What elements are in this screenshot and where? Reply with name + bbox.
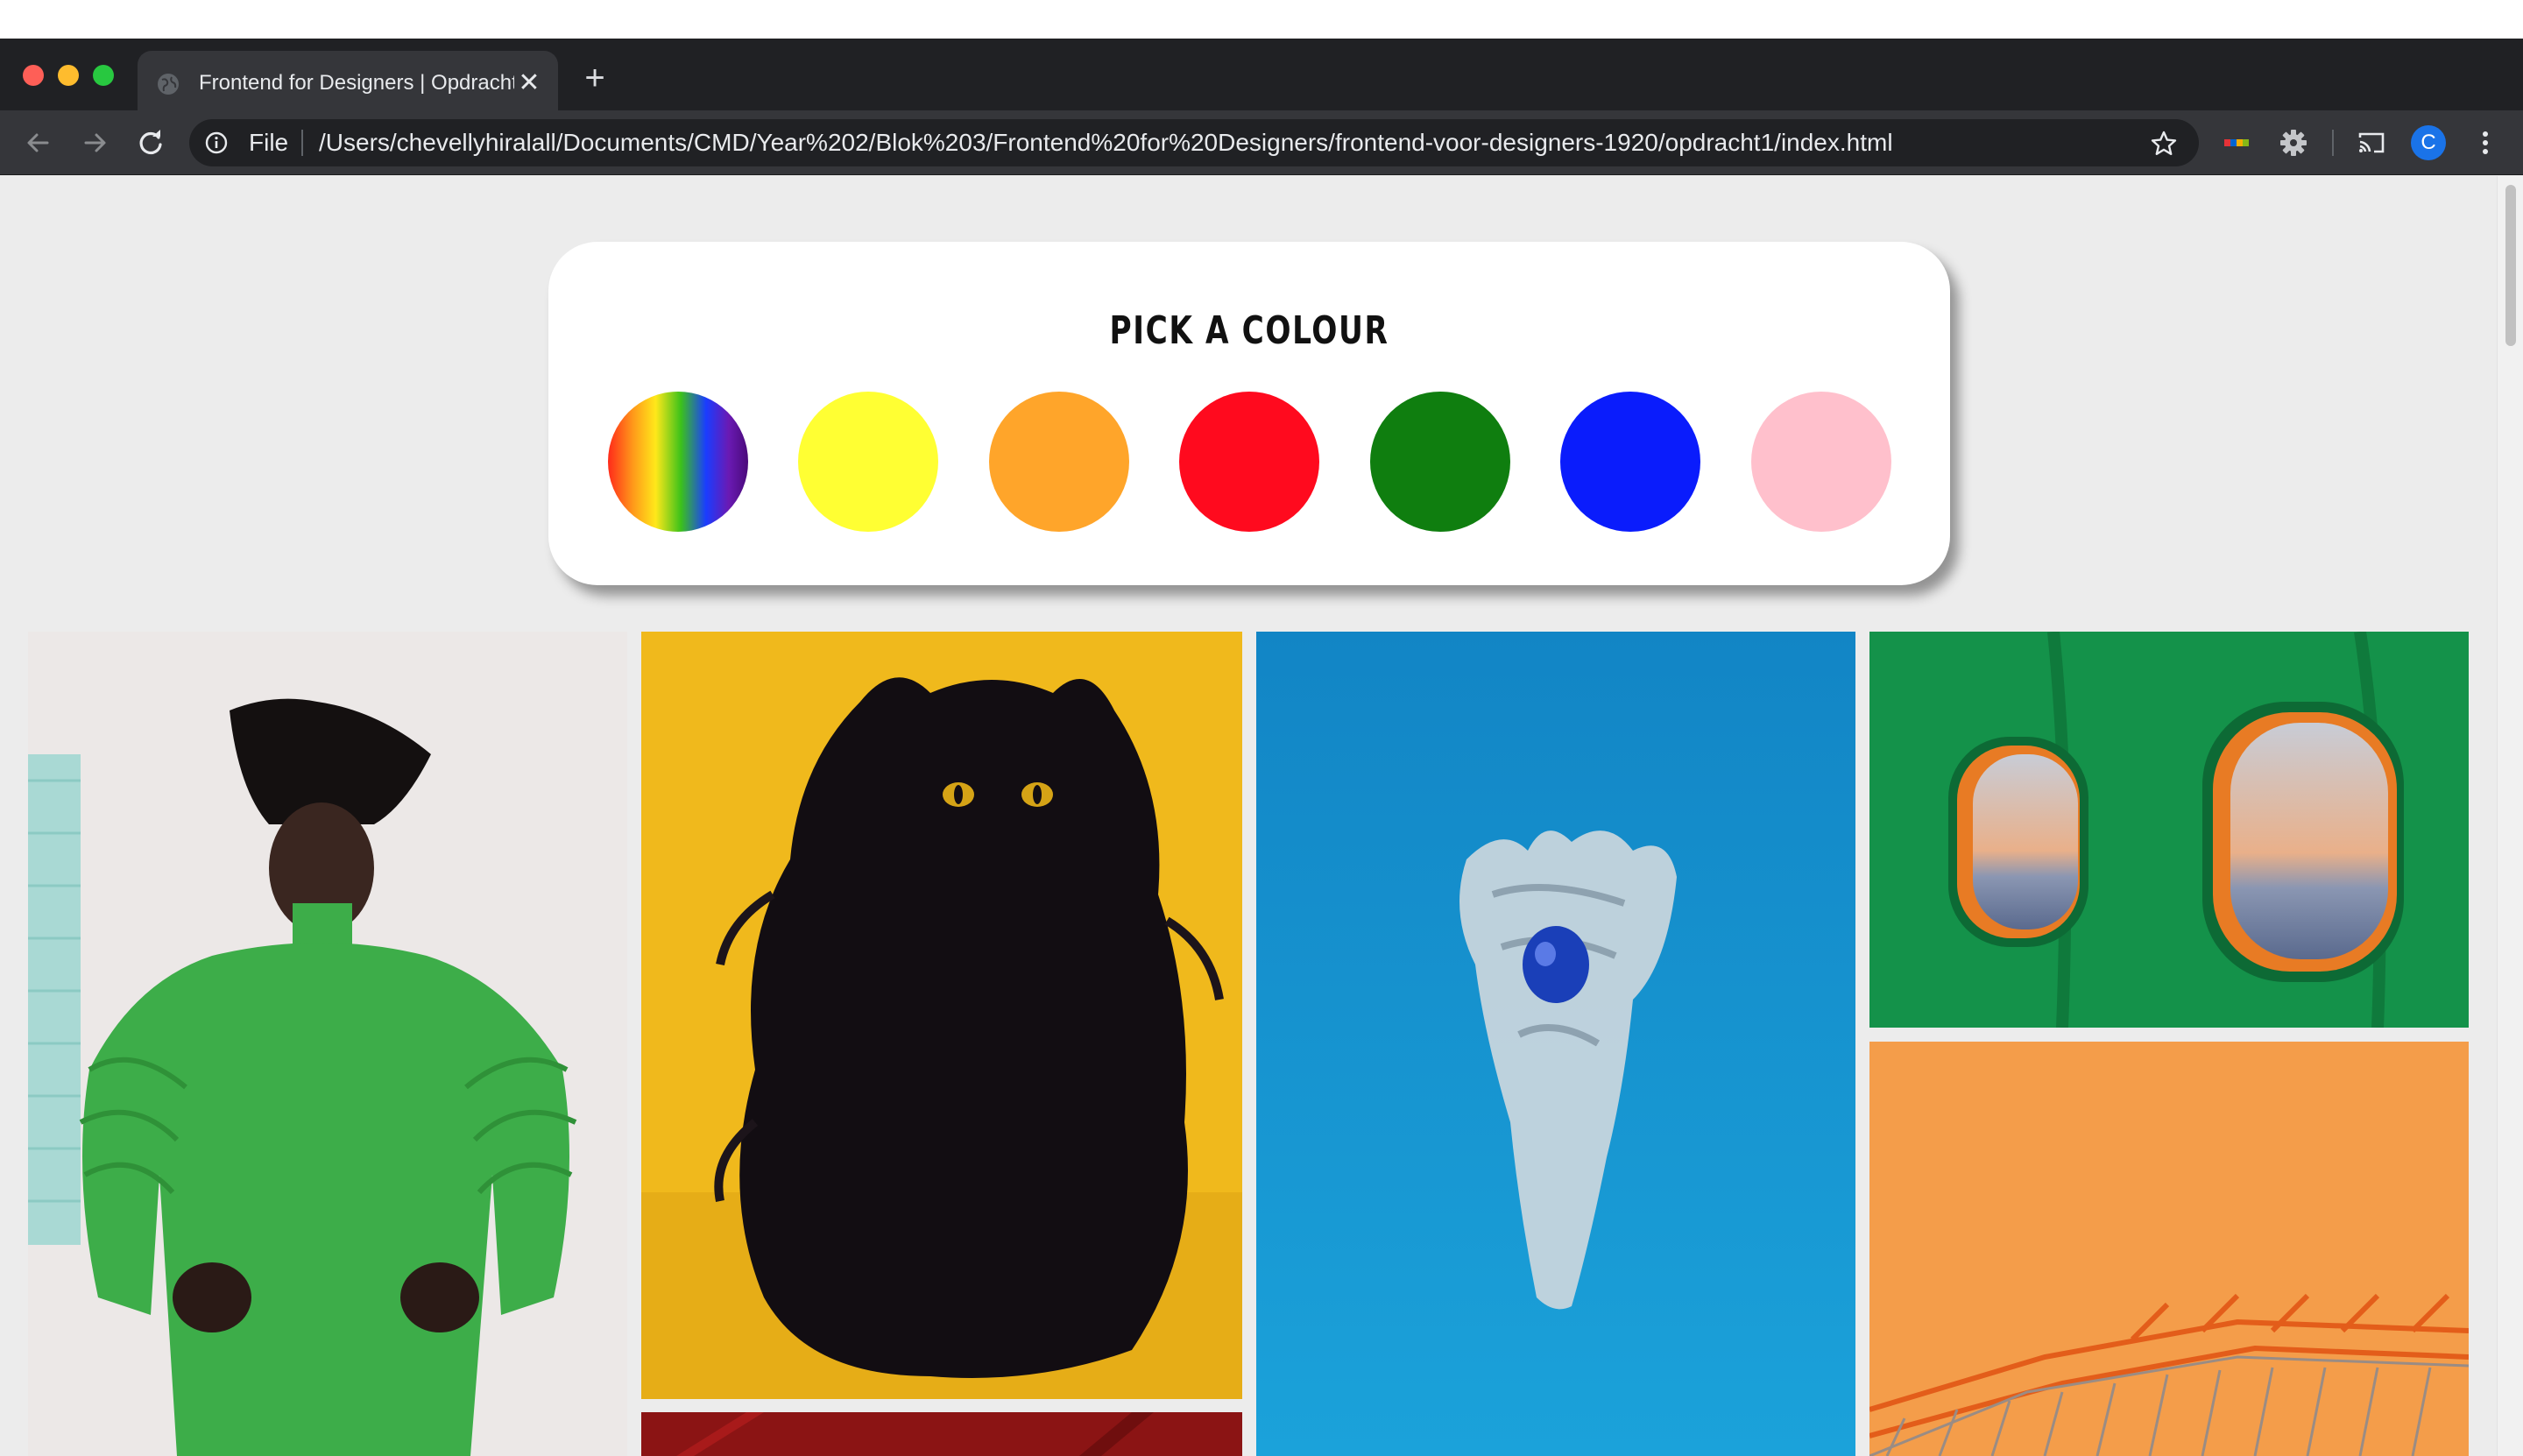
address-bar[interactable]: File /Users/chevellyhiralall/Documents/C… [189, 119, 2199, 166]
toolbar-divider [2332, 130, 2334, 156]
reload-icon[interactable] [133, 125, 168, 160]
browser-window: Frontend for Designers | Opdracht1 ✕ + F… [0, 39, 2523, 1456]
minimize-window-button[interactable] [58, 65, 79, 86]
swatch-green[interactable] [1370, 392, 1510, 532]
scrollbar-thumb[interactable] [2505, 185, 2516, 346]
scheme-label: File [249, 129, 289, 156]
picker-title: PICK A COLOUR [1109, 308, 1389, 353]
address-divider [301, 130, 303, 156]
gear-extension-icon[interactable] [2277, 126, 2310, 159]
more-menu-icon[interactable] [2469, 126, 2502, 159]
swatch-orange[interactable] [989, 392, 1129, 532]
info-icon[interactable] [205, 131, 228, 154]
swatch-rainbow[interactable] [608, 392, 748, 532]
swatch-yellow[interactable] [798, 392, 938, 532]
tab-close-icon[interactable]: ✕ [514, 68, 544, 98]
maximize-window-button[interactable] [93, 65, 114, 86]
back-arrow-icon[interactable] [21, 125, 56, 160]
new-tab-button[interactable]: + [578, 60, 611, 95]
profile-avatar[interactable]: C [2411, 125, 2446, 160]
ebay-extension-icon[interactable] [2221, 126, 2254, 159]
cast-icon[interactable] [2355, 126, 2388, 159]
vertical-scrollbar[interactable] [2497, 176, 2523, 1456]
globe-icon [158, 74, 179, 95]
blue-ring-photo[interactable] [1256, 632, 1855, 1456]
orange-shopping-carts-photo[interactable] [1869, 1042, 2469, 1456]
green-airplane-windows-photo[interactable] [1869, 632, 2469, 1028]
bookmark-star-icon[interactable] [2150, 130, 2178, 158]
swatch-red[interactable] [1179, 392, 1319, 532]
url-text[interactable]: /Users/chevellyhiralall/Documents/CMD/Ye… [319, 130, 2036, 156]
tab-title: Frontend for Designers | Opdracht1 [199, 71, 514, 95]
black-cat-photo[interactable] [641, 632, 1242, 1399]
swatch-blue[interactable] [1560, 392, 1700, 532]
swatch-pink[interactable] [1751, 392, 1891, 532]
colour-picker-card: PICK A COLOUR [548, 242, 1950, 585]
browser-toolbar: File /Users/chevellyhiralall/Documents/C… [0, 110, 2523, 175]
tab-active[interactable]: Frontend for Designers | Opdracht1 ✕ [138, 51, 558, 110]
green-dress-photo[interactable] [28, 632, 627, 1456]
close-window-button[interactable] [23, 65, 44, 86]
page-viewport: PICK A COLOUR [0, 176, 2523, 1456]
red-photo[interactable] [641, 1412, 1242, 1456]
forward-arrow-icon[interactable] [77, 125, 112, 160]
tab-strip: Frontend for Designers | Opdracht1 ✕ + [0, 39, 2523, 110]
